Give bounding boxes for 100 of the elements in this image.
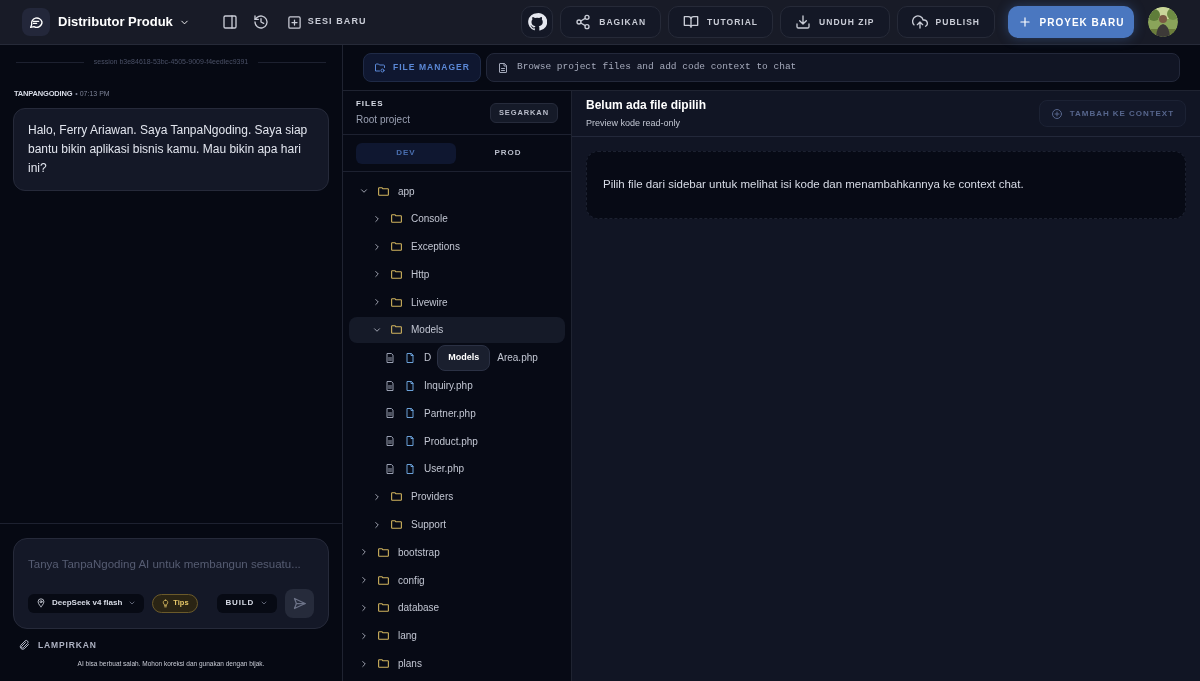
new-session-button[interactable]: SESI BARU	[286, 14, 367, 30]
folder-icon	[390, 323, 403, 337]
chat-message: Halo, Ferry Ariawan. Saya TanpaNgoding. Saya siap bantu bikin aplikasi bisnis kamu. Mau bikin apa hari ini?	[13, 108, 329, 191]
folder-row[interactable]: app	[349, 178, 565, 204]
folder-row[interactable]: plans	[349, 650, 565, 677]
folder-icon	[377, 629, 390, 643]
folder-icon	[377, 657, 390, 671]
send-icon	[292, 595, 307, 611]
folder-row[interactable]: Exceptions	[349, 233, 565, 260]
chevron-right-icon[interactable]	[359, 602, 369, 613]
folder-row[interactable]: config	[349, 567, 565, 594]
folder-name: app	[398, 184, 415, 199]
folder-row[interactable]: Http	[349, 261, 565, 288]
toolbar-button[interactable]: UNDUH ZIP	[780, 6, 890, 38]
chevron-right-icon[interactable]	[372, 213, 382, 224]
folder-row[interactable]: Providers	[349, 483, 565, 510]
folder-name: lang	[398, 629, 417, 644]
folder-name: Exceptions	[411, 240, 460, 255]
file-lines-icon	[384, 407, 396, 420]
chevron-right-icon[interactable]	[372, 269, 382, 280]
paperclip-icon	[18, 638, 30, 651]
chevron-right-icon[interactable]	[359, 547, 369, 558]
chevron-right-icon[interactable]	[359, 658, 369, 669]
file-name: Inquiry.php	[424, 379, 473, 394]
location-pin-icon	[36, 598, 46, 608]
folder-row[interactable]: Console	[349, 205, 565, 232]
file-name: Product.php	[424, 434, 478, 449]
preview-subtitle: Preview kode read-only	[586, 117, 682, 131]
toolbar-button[interactable]: TUTORIAL	[668, 6, 774, 38]
folder-row[interactable]: Support	[349, 511, 565, 538]
folder-row[interactable]: Livewire	[349, 289, 565, 316]
chevron-down-icon	[260, 599, 268, 607]
folder-row[interactable]: lang	[349, 622, 565, 649]
chevron-right-icon[interactable]	[372, 297, 382, 308]
file-name: Partner.php	[424, 406, 476, 421]
folder-name: Providers	[411, 490, 454, 505]
chevron-right-icon[interactable]	[372, 519, 382, 530]
project-dropdown[interactable]: Distributor Produk	[58, 12, 190, 32]
folder-row[interactable]: database	[349, 594, 565, 621]
mode-dropdown[interactable]: BUILD	[216, 593, 277, 613]
chevron-right-icon[interactable]	[359, 630, 369, 641]
folder-name: database	[398, 601, 440, 616]
cloud-upload-icon	[911, 14, 928, 30]
book-icon	[683, 14, 700, 30]
tooltip: Models	[437, 344, 491, 371]
file-name-end: Area.php	[497, 351, 538, 366]
file-name-start: D	[424, 351, 432, 366]
folder-icon	[390, 267, 403, 281]
folder-icon	[377, 545, 390, 559]
chevron-down-icon[interactable]	[372, 325, 382, 335]
folder-name: bootstrap	[398, 545, 440, 560]
send-button[interactable]	[285, 588, 314, 618]
github-button[interactable]	[521, 6, 554, 38]
preview-title: Belum ada file dipilih	[586, 97, 707, 115]
new-project-button[interactable]: PROYEK BARU	[1008, 6, 1134, 38]
folder-name: Models	[411, 323, 444, 338]
chevron-right-icon[interactable]	[372, 491, 382, 502]
empty-state-message: Pilih file dari sidebar untuk melihat isi kode dan menambahkannya ke context chat.	[603, 177, 1024, 193]
plus-circle-icon	[1050, 107, 1063, 120]
history-button[interactable]	[252, 14, 269, 30]
folder-icon	[390, 518, 403, 532]
folder-icon	[390, 295, 403, 309]
panel-toggle[interactable]	[221, 14, 238, 30]
file-icon	[404, 435, 416, 448]
chevron-right-icon[interactable]	[372, 241, 382, 252]
chevron-down-icon	[128, 599, 137, 607]
folder-name: Livewire	[411, 295, 448, 310]
download-icon	[795, 14, 812, 30]
prompt-input[interactable]: Tanya TanpaNgoding AI untuk membangun sesuatu...	[28, 555, 314, 573]
files-title: FILES	[356, 98, 385, 110]
folder-row[interactable]: bootstrap	[349, 539, 565, 566]
folder-icon	[377, 184, 390, 198]
model-dropdown[interactable]: DeepSeek v4 flash	[28, 593, 145, 613]
folder-icon	[390, 240, 403, 254]
toolbar-button[interactable]: PUBLISH	[896, 6, 995, 38]
file-icon	[404, 379, 416, 392]
folder-icon	[390, 212, 403, 226]
file-lines-icon	[384, 462, 396, 475]
plus-icon	[1017, 15, 1032, 29]
folder-name: Http	[411, 267, 430, 282]
hint-text: Browse project files and add code context to chat	[516, 60, 797, 75]
file-icon	[404, 407, 416, 420]
environment-tab[interactable]: PROD	[458, 142, 558, 164]
toolbar-button[interactable]: BAGIKAN	[560, 6, 662, 38]
chevron-down-icon[interactable]	[359, 186, 369, 196]
folder-row[interactable]: Models	[349, 317, 565, 343]
folder-name: config	[398, 573, 425, 588]
file-manager-tab[interactable]: FILE MANAGER	[363, 53, 481, 82]
folder-gear-icon	[374, 61, 386, 74]
history-icon	[252, 14, 269, 30]
file-lines-icon	[384, 379, 396, 392]
document-icon	[496, 61, 509, 74]
share-icon	[575, 14, 592, 30]
file-lines-icon	[384, 351, 396, 364]
app-logo[interactable]	[22, 8, 50, 36]
chevron-right-icon[interactable]	[359, 575, 369, 586]
attach-button[interactable]: LAMPIRKAN	[18, 638, 97, 652]
lightbulb-icon	[161, 598, 171, 608]
file-icon	[404, 351, 416, 364]
environment-tab[interactable]: DEV	[356, 142, 456, 164]
